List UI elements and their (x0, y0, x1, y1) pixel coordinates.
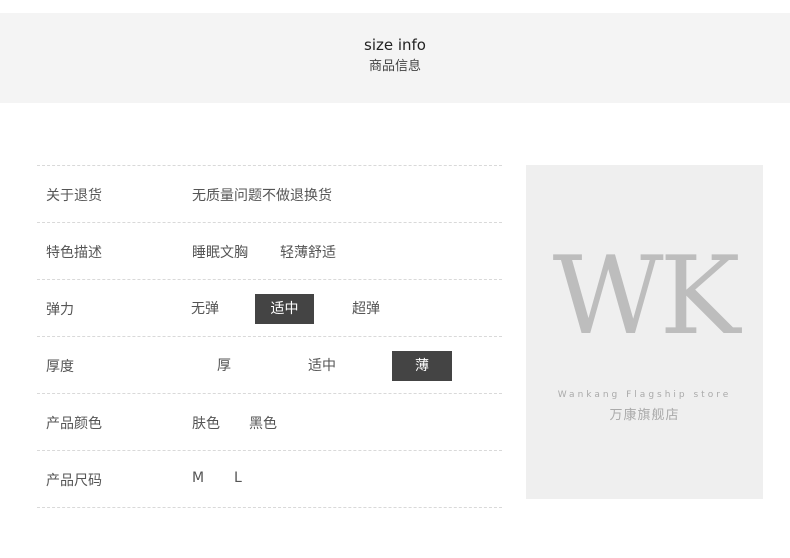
row-label: 弹力 (46, 302, 74, 318)
size-value: M (192, 470, 205, 486)
return-policy-value: 无质量问题不做退换货 (192, 188, 332, 204)
row-elasticity: 弹力 无弹 适中 超弹 (37, 279, 502, 336)
row-label: 产品颜色 (46, 416, 102, 432)
brand-store-name-cn: 万康旗舰店 (609, 408, 680, 423)
row-label: 特色描述 (46, 245, 102, 261)
row-sizes: 产品尺码 M L (37, 450, 502, 508)
color-value: 肤色 (192, 416, 220, 432)
brand-panel: WK Wankang Flagship store 万康旗舰店 (526, 165, 763, 499)
product-info-table: 关于退货 无质量问题不做退换货 特色描述 睡眠文胸 轻薄舒适 弹力 无弹 适中 … (37, 165, 502, 508)
row-thickness: 厚度 厚 适中 薄 (37, 336, 502, 393)
thickness-option: 厚 (217, 358, 231, 374)
row-label: 厚度 (46, 359, 74, 375)
row-return-policy: 关于退货 无质量问题不做退换货 (37, 165, 502, 222)
thickness-option-selected: 薄 (392, 351, 452, 381)
row-label: 关于退货 (46, 188, 102, 204)
elasticity-option: 超弹 (352, 301, 380, 317)
row-colors: 产品颜色 肤色 黑色 (37, 393, 502, 450)
header-title-en: size info (364, 36, 426, 54)
row-features: 特色描述 睡眠文胸 轻薄舒适 (37, 222, 502, 279)
thickness-option: 适中 (308, 358, 336, 374)
header-title-cn: 商品信息 (368, 59, 421, 74)
color-value: 黑色 (249, 416, 277, 432)
size-value: L (234, 470, 242, 486)
brand-logo: WK (552, 234, 741, 359)
header-banner: size info 商品信息 (0, 13, 790, 103)
elasticity-option-selected: 适中 (255, 294, 314, 324)
feature-value: 睡眠文胸 (192, 245, 248, 261)
elasticity-option: 无弹 (191, 301, 219, 317)
feature-value: 轻薄舒适 (280, 245, 336, 261)
row-label: 产品尺码 (46, 473, 102, 489)
brand-store-name-en: Wankang Flagship store (557, 390, 732, 400)
